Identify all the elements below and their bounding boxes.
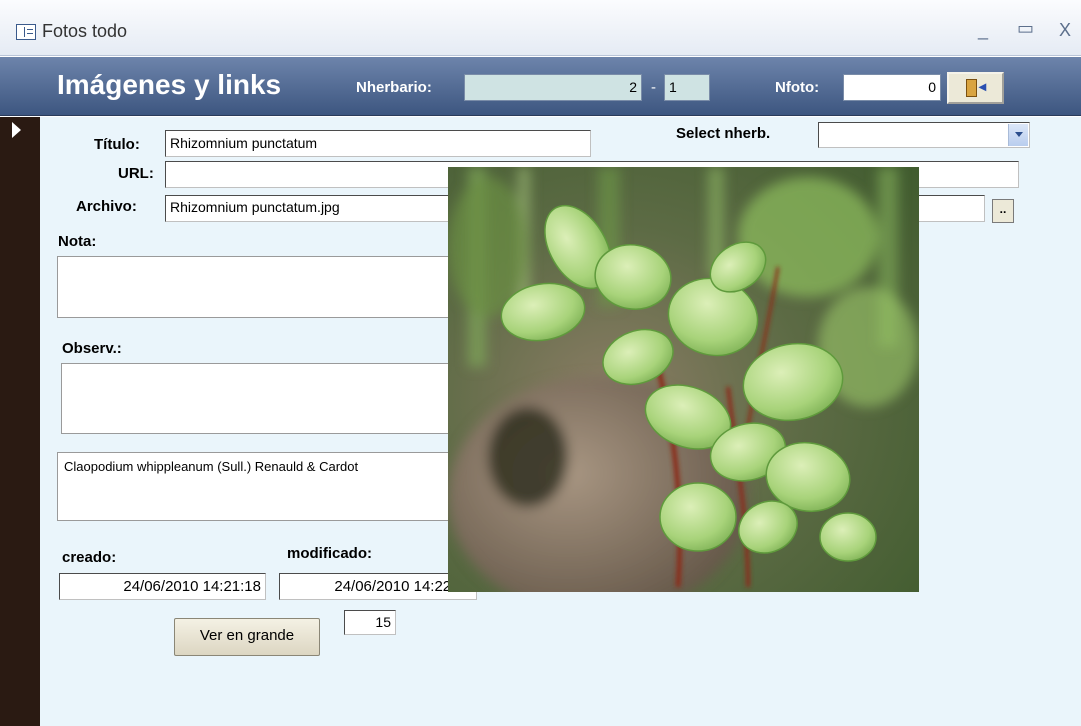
count-field[interactable]: 15 [344, 610, 396, 635]
moss-photo-drawing [448, 167, 919, 592]
window-title: Fotos todo [42, 21, 128, 41]
close-icon[interactable]: X [1059, 20, 1071, 41]
select-nherb-label: Select nherb. [676, 125, 771, 142]
nota-label: Nota: [58, 233, 97, 250]
archivo-label: Archivo: [76, 198, 137, 215]
titulo-field[interactable]: Rhizomnium punctatum [165, 130, 591, 157]
url-label: URL: [118, 165, 154, 182]
nherbario-suffix-field[interactable]: 1 [664, 74, 710, 101]
browse-button[interactable]: .. [992, 199, 1014, 223]
record-selector[interactable] [0, 117, 40, 726]
exit-button[interactable]: ◂ [947, 72, 1004, 104]
nherbario-label: Nherbario: [356, 79, 432, 96]
ver-en-grande-button[interactable]: Ver en grande [174, 618, 320, 656]
window-title-bar: Fotos todo _ ▭ X [0, 0, 1081, 56]
nherbario-field[interactable]: 2 [464, 74, 642, 101]
moss-photo [448, 167, 919, 592]
select-nherb-combo[interactable] [818, 122, 1030, 148]
nfoto-label: Nfoto: [775, 79, 820, 96]
form-header: Imágenes y links Nherbario: 2 - 1 Nfoto:… [0, 57, 1081, 116]
current-record-arrow-icon [12, 122, 21, 138]
observ-label: Observ.: [62, 340, 122, 357]
exit-arrow-icon: ◂ [979, 78, 987, 94]
nherbario-separator: - [651, 79, 656, 96]
minimize-icon[interactable]: _ [978, 20, 988, 41]
maximize-icon[interactable]: ▭ [1017, 18, 1034, 39]
species-field[interactable]: Claopodium whippleanum (Sull.) Renauld &… [57, 452, 475, 521]
door-icon [966, 79, 977, 97]
creado-label: creado: [62, 549, 117, 566]
creado-field[interactable]: 24/06/2010 14:21:18 [59, 573, 266, 600]
nfoto-field[interactable]: 0 [843, 74, 941, 101]
nota-field[interactable] [57, 256, 472, 318]
titulo-label: Título: [94, 136, 140, 153]
form-icon [16, 24, 36, 40]
observ-field[interactable] [61, 363, 477, 434]
form-title: Imágenes y links [57, 69, 282, 100]
modificado-label: modificado: [287, 545, 372, 562]
chevron-down-icon[interactable] [1008, 124, 1028, 146]
